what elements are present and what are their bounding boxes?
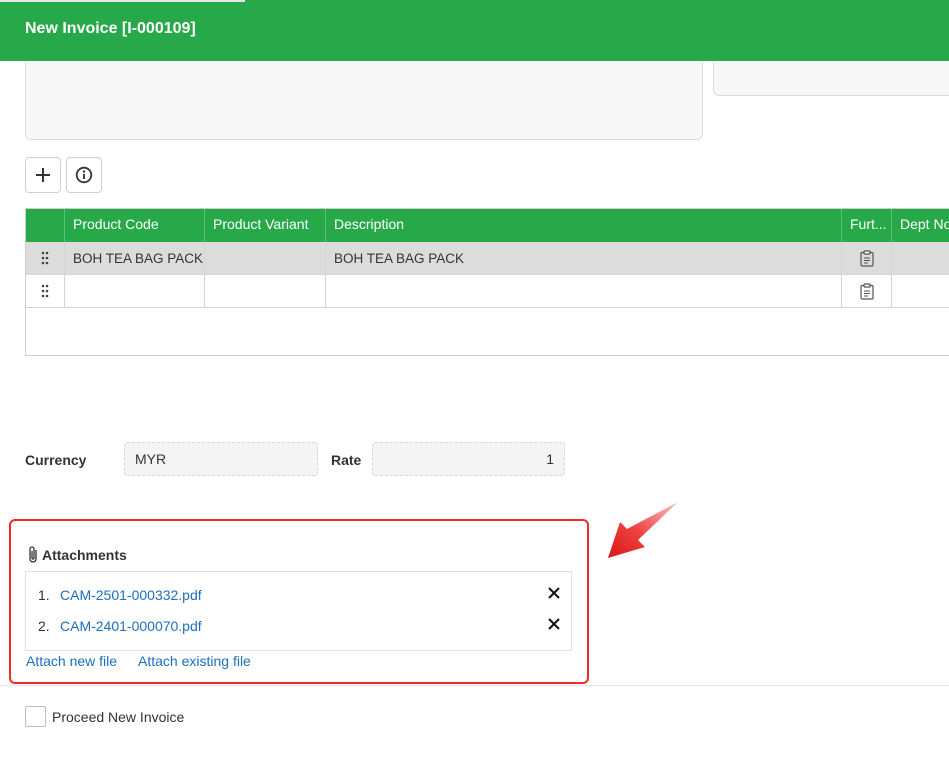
- add-row-button[interactable]: [25, 157, 61, 193]
- col-dept-no[interactable]: Dept No...: [892, 209, 949, 242]
- currency-label: Currency: [25, 452, 87, 468]
- header-top-line: [0, 0, 245, 2]
- info-button[interactable]: [66, 157, 102, 193]
- notes-textarea[interactable]: [25, 61, 703, 140]
- col-description[interactable]: Description: [326, 209, 842, 242]
- attachment-link[interactable]: CAM-2501-000332.pdf: [60, 587, 202, 603]
- info-icon: [75, 166, 93, 184]
- product-variant-cell[interactable]: [205, 242, 326, 275]
- attachments-list: 1. CAM-2501-000332.pdf 2. CAM-2401-00007…: [25, 571, 572, 651]
- proceed-new-invoice-label[interactable]: Proceed New Invoice: [52, 709, 184, 725]
- drag-handle[interactable]: [26, 242, 65, 275]
- product-grid: Product Code Product Variant Description…: [25, 208, 949, 356]
- product-code-cell[interactable]: [65, 275, 205, 308]
- currency-field[interactable]: MYR: [124, 442, 318, 476]
- remove-attachment-icon[interactable]: [547, 586, 561, 600]
- plus-icon: [36, 168, 50, 182]
- rate-label: Rate: [331, 452, 362, 468]
- divider: [0, 685, 949, 686]
- drag-handle-icon: [41, 284, 49, 298]
- drag-handle[interactable]: [26, 275, 65, 308]
- drag-handle-icon: [41, 251, 49, 265]
- dept-no-cell[interactable]: [892, 242, 949, 275]
- attach-new-file-link[interactable]: Attach new file: [26, 653, 117, 669]
- further-desc-button[interactable]: [842, 242, 892, 275]
- page-title: New Invoice [I-000109]: [25, 20, 196, 37]
- table-row[interactable]: BOH TEA BAG PACK BOH TEA BAG PACK: [26, 242, 949, 275]
- clipboard-icon: [859, 282, 874, 300]
- list-item: 2. CAM-2401-000070.pdf: [26, 618, 571, 638]
- grid-handle-header: [26, 209, 65, 242]
- attach-existing-file-link[interactable]: Attach existing file: [138, 653, 251, 669]
- description-cell[interactable]: BOH TEA BAG PACK: [326, 242, 842, 275]
- rate-field[interactable]: 1: [372, 442, 565, 476]
- title-bar: New Invoice [I-000109]: [0, 0, 949, 61]
- attachments-panel: Attachments 1. CAM-2501-000332.pdf 2. CA…: [9, 519, 589, 684]
- product-variant-cell[interactable]: [205, 275, 326, 308]
- further-desc-button[interactable]: [842, 275, 892, 308]
- attachment-number: 1.: [38, 587, 50, 603]
- attachments-heading: Attachments: [27, 545, 127, 565]
- attachment-link[interactable]: CAM-2401-000070.pdf: [60, 618, 202, 634]
- paperclip-icon: [29, 546, 37, 563]
- table-row[interactable]: [26, 275, 949, 308]
- grid-header: Product Code Product Variant Description…: [26, 209, 949, 242]
- highlight-arrow-icon: [608, 502, 678, 558]
- dept-no-cell[interactable]: [892, 275, 949, 308]
- attachment-number: 2.: [38, 618, 50, 634]
- product-code-cell[interactable]: BOH TEA BAG PACK: [65, 242, 205, 275]
- col-further[interactable]: Furt...: [842, 209, 892, 242]
- clipboard-icon: [859, 249, 874, 267]
- attachments-title: Attachments: [42, 547, 127, 563]
- remove-attachment-icon[interactable]: [547, 617, 561, 631]
- proceed-new-invoice-checkbox[interactable]: [25, 706, 46, 727]
- list-item: 1. CAM-2501-000332.pdf: [26, 587, 571, 607]
- description-cell[interactable]: [326, 275, 842, 308]
- side-field[interactable]: [713, 61, 949, 96]
- col-product-variant[interactable]: Product Variant: [205, 209, 326, 242]
- col-product-code[interactable]: Product Code: [65, 209, 205, 242]
